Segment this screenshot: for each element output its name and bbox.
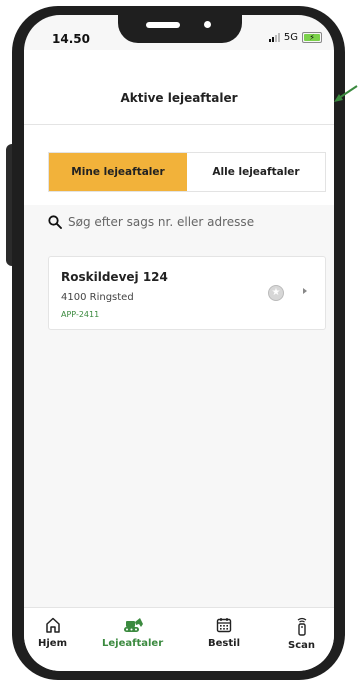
excavator-icon bbox=[123, 618, 143, 632]
tab-mine-lejeaftaler[interactable]: Mine lejeaftaler bbox=[49, 153, 187, 191]
header: Aktive lejeaftaler bbox=[24, 50, 334, 125]
tab-alle-lejeaftaler[interactable]: Alle lejeaftaler bbox=[187, 153, 325, 191]
status-time: 14.50 bbox=[52, 32, 90, 46]
segmented-control: Mine lejeaftaler Alle lejeaftaler bbox=[48, 152, 326, 192]
status-indicators: 5G ⚡ bbox=[268, 32, 322, 43]
annotation-arrow-icon bbox=[334, 85, 358, 102]
tab-label-hjem: Hjem bbox=[38, 638, 67, 649]
search-bar bbox=[48, 215, 308, 229]
agreement-city: 4100 Ringsted bbox=[61, 292, 134, 303]
favorite-star-icon[interactable]: ★ bbox=[268, 285, 284, 301]
home-icon bbox=[45, 617, 60, 633]
app-screen: 14.50 5G ⚡ Aktive lejeaftaler Mine lejea… bbox=[24, 15, 334, 671]
tab-label-lejeaftaler: Lejeaftaler bbox=[102, 638, 164, 649]
segment-section: Mine lejeaftaler Alle lejeaftaler bbox=[24, 125, 334, 205]
calendar-icon bbox=[216, 618, 232, 633]
agreement-address: Roskildevej 124 bbox=[61, 270, 168, 284]
search-icon bbox=[48, 215, 62, 229]
speaker-grille bbox=[146, 22, 180, 28]
front-camera bbox=[204, 21, 211, 28]
page-title: Aktive lejeaftaler bbox=[120, 91, 238, 105]
network-label: 5G bbox=[283, 32, 298, 43]
tab-lejeaftaler[interactable]: Lejeaftaler bbox=[102, 616, 163, 649]
tab-label-bestil: Bestil bbox=[208, 638, 240, 649]
tab-hjem[interactable]: Hjem bbox=[38, 616, 67, 649]
agreement-code: APP-2411 bbox=[61, 310, 100, 319]
scanner-icon bbox=[297, 617, 306, 636]
phone-notch bbox=[118, 15, 242, 43]
tab-bestil[interactable]: Bestil bbox=[208, 616, 240, 649]
signal-icon bbox=[268, 33, 280, 42]
tab-label-scan: Scan bbox=[288, 640, 315, 651]
search-input[interactable] bbox=[68, 215, 308, 229]
tab-scan[interactable]: Scan bbox=[288, 616, 315, 651]
battery-icon: ⚡ bbox=[302, 32, 322, 43]
chevron-right-icon bbox=[303, 288, 307, 294]
agreement-card[interactable]: Roskildevej 124 4100 Ringsted APP-2411 ★ bbox=[48, 256, 326, 330]
bottom-tab-bar: Hjem Lejeaftaler Bestil Scan bbox=[24, 607, 334, 671]
